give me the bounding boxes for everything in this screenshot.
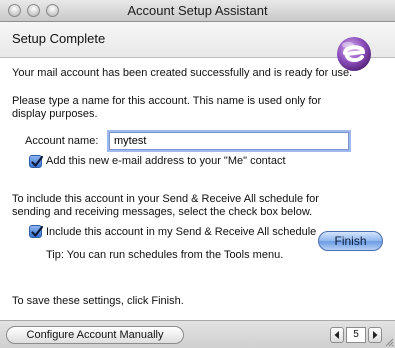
title-bar[interactable]: Account Setup Assistant bbox=[0, 0, 395, 22]
finish-button[interactable]: Finish bbox=[318, 231, 383, 251]
previous-page-button[interactable] bbox=[330, 327, 344, 343]
previous-arrow-icon bbox=[334, 331, 339, 339]
step-title: Setup Complete bbox=[12, 31, 106, 46]
resize-grip-icon[interactable] bbox=[384, 337, 394, 347]
schedule-instructions-line1: To include this account in your Send & R… bbox=[12, 193, 319, 205]
include-schedule-checkbox[interactable] bbox=[29, 225, 44, 238]
tools-tip: Tip: You can run schedules from the Tool… bbox=[46, 249, 284, 261]
entourage-logo-icon bbox=[337, 37, 371, 71]
add-me-contact-label[interactable]: Add this new e-mail address to your "Me"… bbox=[46, 155, 286, 168]
checkmark-icon bbox=[31, 155, 44, 167]
page-number: 5 bbox=[346, 327, 366, 343]
main-content: Your mail account has been created succe… bbox=[0, 58, 395, 320]
add-me-contact-checkbox[interactable] bbox=[29, 155, 44, 168]
save-instructions: To save these settings, click Finish. bbox=[12, 295, 184, 307]
checkmark-icon bbox=[31, 225, 44, 237]
account-name-label: Account name: bbox=[25, 135, 99, 147]
next-arrow-icon bbox=[373, 331, 378, 339]
account-name-field[interactable] bbox=[109, 132, 349, 150]
name-instructions-line2: display purposes. bbox=[12, 108, 98, 120]
name-instructions-line1: Please type a name for this account. Thi… bbox=[12, 95, 322, 107]
footer-bar: Configure Account Manually 5 bbox=[0, 320, 395, 348]
next-page-button[interactable] bbox=[368, 327, 382, 343]
success-message: Your mail account has been created succe… bbox=[12, 67, 353, 79]
account-setup-window: Account Setup Assistant Setup Complete Y… bbox=[0, 0, 395, 348]
schedule-instructions-line2: sending and receiving messages, select t… bbox=[12, 206, 313, 218]
include-schedule-label[interactable]: Include this account in my Send & Receiv… bbox=[46, 226, 316, 239]
configure-manually-button[interactable]: Configure Account Manually bbox=[6, 326, 184, 344]
window-title: Account Setup Assistant bbox=[127, 3, 268, 18]
